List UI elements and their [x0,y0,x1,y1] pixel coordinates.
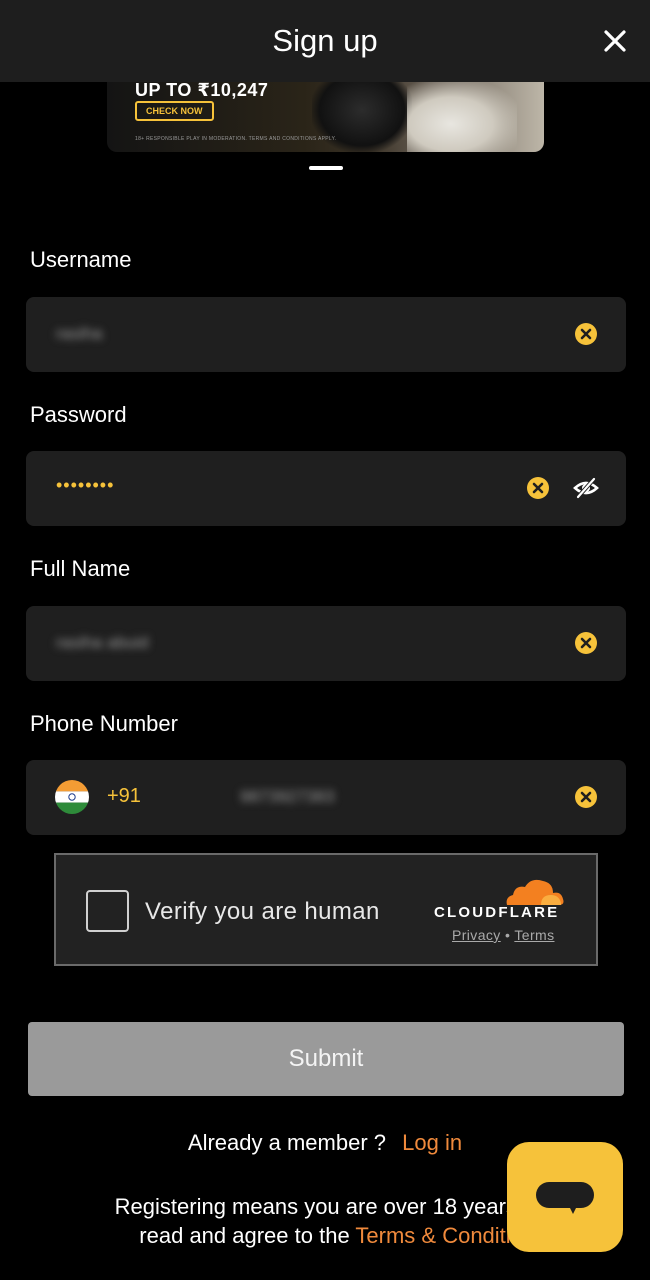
india-flag-icon[interactable] [55,780,89,814]
cloudflare-wordmark: CLOUDFLARE [434,904,560,921]
full-name-value: rasiha abuid [56,633,149,652]
carousel-indicator[interactable] [309,166,343,170]
captcha-checkbox[interactable] [86,890,129,932]
captcha-terms-link[interactable]: Terms [514,927,554,943]
banner-headline: UP TO ₹10,247 [135,82,269,100]
submit-button[interactable]: Submit [28,1022,624,1096]
clear-icon[interactable] [527,477,549,499]
close-button[interactable] [598,24,632,58]
clear-icon[interactable] [575,786,597,808]
legal-line-2-text: read and agree to the [139,1223,350,1248]
captcha-privacy-link[interactable]: Privacy [452,927,501,943]
password-label: Password [30,402,127,427]
full-name-field[interactable]: rasiha abuid [26,606,626,681]
banner-cta-button[interactable]: CHECK NOW [135,101,214,121]
captcha-widget: Verify you are human CLOUDFLARE Privacy … [54,853,598,966]
header: Sign up [0,0,650,82]
full-name-label: Full Name [30,556,131,581]
banner-fine-print: 18+ RESPONSIBLE PLAY IN MODERATION. TERM… [135,136,337,142]
captcha-links: Privacy • Terms [452,927,554,943]
chat-button[interactable] [507,1142,623,1252]
eye-slash-icon[interactable] [573,476,599,500]
login-prompt-text: Already a member ? [187,1130,386,1155]
password-value: •••••••• [56,475,115,495]
close-icon [604,30,626,52]
username-label: Username [30,247,132,272]
captcha-label: Verify you are human [145,898,380,925]
username-value: rasiha [56,324,103,343]
chat-icon [536,1182,594,1214]
clear-icon[interactable] [575,632,597,654]
page-title: Sign up [272,23,378,58]
username-field[interactable]: rasiha [26,297,626,372]
dial-code[interactable]: +91 [107,785,141,808]
phone-label: Phone Number [30,711,178,736]
terms-conditions-link[interactable]: Terms & Conditi [355,1223,510,1248]
clear-icon[interactable] [575,323,597,345]
captcha-separator: • [505,927,511,943]
phone-value: 9873927383 [240,787,335,806]
password-field[interactable]: •••••••• [26,451,626,526]
phone-field[interactable]: +91 9873927383 [26,760,626,835]
promo-banner[interactable]: UP TO ₹10,247 CHECK NOW 18+ RESPONSIBLE … [107,82,544,152]
login-link[interactable]: Log in [402,1130,462,1155]
cloudflare-logo-icon [506,879,564,905]
banner-figure-secondary [407,82,517,152]
